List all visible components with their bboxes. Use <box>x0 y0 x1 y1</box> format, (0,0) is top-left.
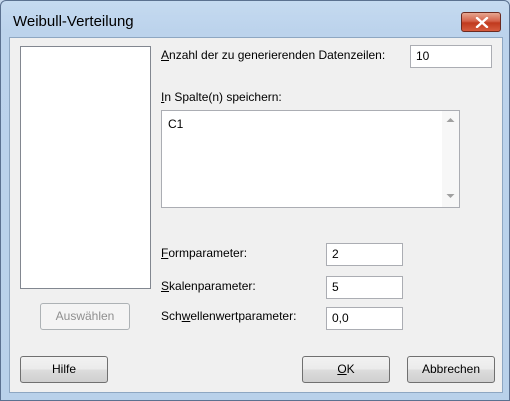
close-button[interactable] <box>461 12 501 32</box>
store-columns-input[interactable]: C1 <box>161 110 460 208</box>
close-icon <box>475 17 489 28</box>
dialog-window: Weibull-Verteilung Auswählen Anzahl der … <box>0 0 510 401</box>
cancel-button[interactable]: Abbrechen <box>407 356 495 383</box>
variable-listbox[interactable] <box>20 46 151 289</box>
memo-scrollbar[interactable] <box>442 111 459 207</box>
scale-parameter-label: Skalenparameter: <box>161 279 256 293</box>
dialog-title: Weibull-Verteilung <box>13 13 134 30</box>
select-button[interactable]: Auswählen <box>40 303 130 330</box>
arrow-up-icon[interactable] <box>446 117 455 123</box>
store-columns-value: C1 <box>168 117 184 131</box>
ok-button[interactable]: OK <box>302 356 390 383</box>
threshold-parameter-input[interactable]: 0,0 <box>326 307 403 330</box>
scale-parameter-input[interactable]: 5 <box>326 276 403 299</box>
rows-input[interactable]: 10 <box>410 45 492 68</box>
arrow-down-icon[interactable] <box>446 193 455 199</box>
threshold-parameter-label: Schwellenwertparameter: <box>161 309 297 323</box>
store-columns-label: In Spalte(n) speichern: <box>161 90 282 104</box>
shape-parameter-label: Formparameter: <box>161 246 248 260</box>
dialog-body: Auswählen Anzahl der zu generierenden Da… <box>9 37 503 393</box>
help-button[interactable]: Hilfe <box>20 356 108 383</box>
shape-parameter-input[interactable]: 2 <box>326 243 403 266</box>
rows-label: Anzahl der zu generierenden Datenzeilen: <box>161 48 386 62</box>
